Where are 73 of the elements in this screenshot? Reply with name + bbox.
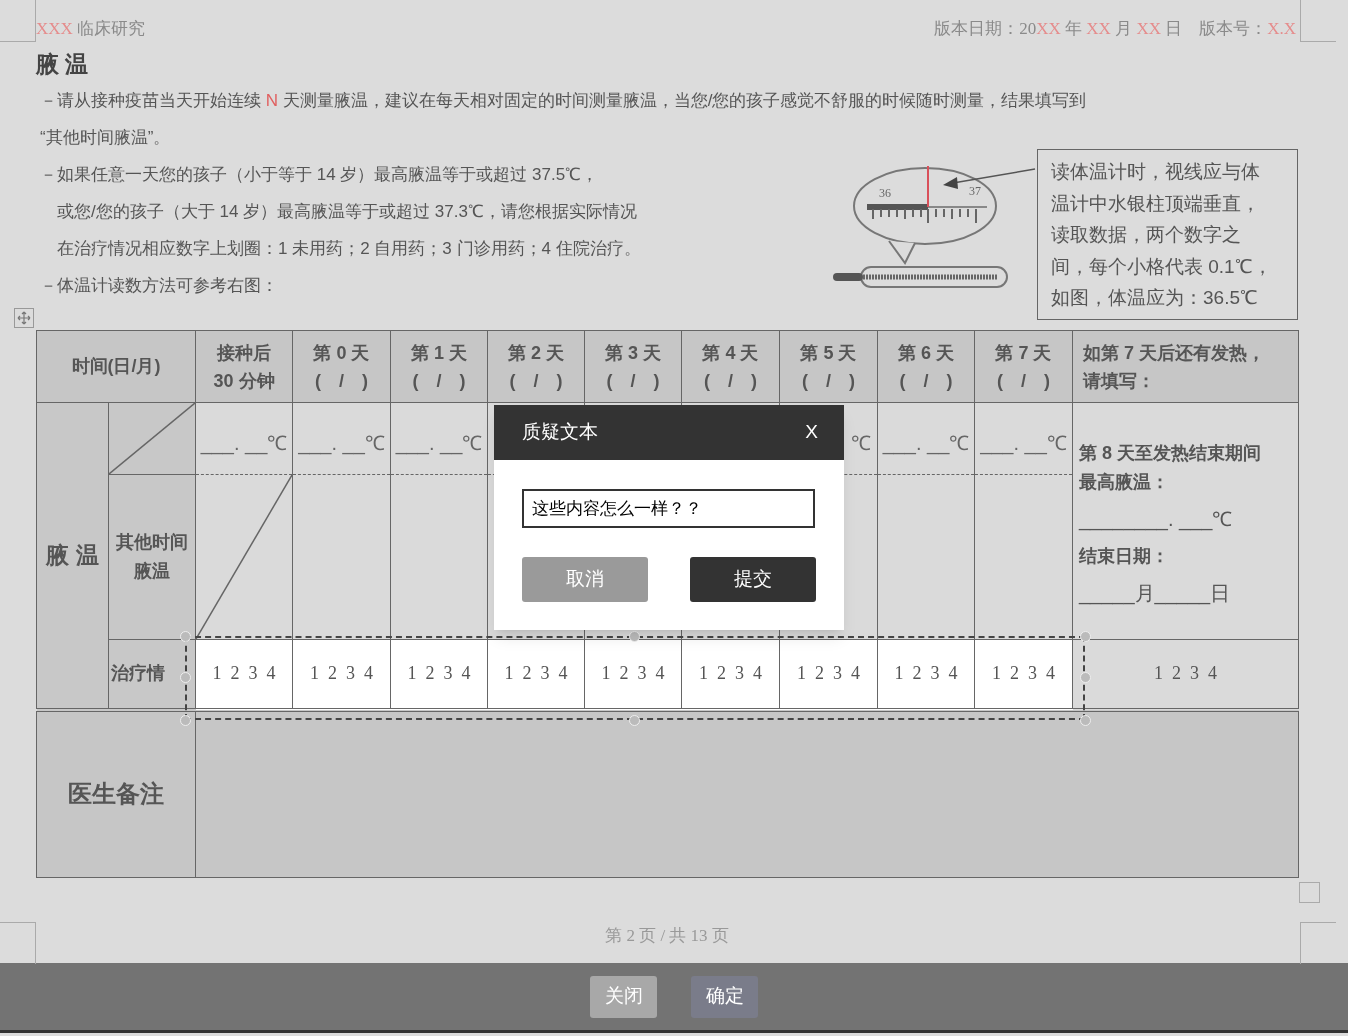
move-handle-icon[interactable]	[14, 308, 34, 328]
scale-label: 37	[969, 184, 981, 198]
date-slot: ( / )	[293, 366, 390, 395]
resize-handle[interactable]	[180, 631, 191, 642]
treatment-options: 1 2 3 4	[974, 639, 1073, 710]
temperature-cell: ___. __℃	[292, 402, 391, 475]
column-header: 接种后	[216, 341, 272, 365]
study-title: XXX 临床研究	[36, 18, 146, 41]
reading-note: 读体温计时，视线应与体 温计中水银柱顶端垂直， 读取数据，两个数字之 间，每个小格代表 0.1℃， 如图，体温应为：36.5℃	[1037, 149, 1298, 320]
treatment-options: 1 2 3 4	[877, 639, 975, 710]
corner-box-icon	[1299, 882, 1320, 903]
close-button[interactable]: X	[805, 418, 818, 447]
instruction-line: “其他时间腋温”。	[40, 126, 171, 149]
temperature-cell: ___. __℃	[195, 402, 293, 475]
extra-prompt: 第 8 天至发热结束期间最高腋温：	[1079, 442, 1262, 494]
extra-prompt: 结束日期：	[1079, 545, 1170, 568]
temperature-cell: ___. __℃	[390, 402, 488, 475]
date-slot: ( / )	[975, 366, 1072, 395]
submit-button[interactable]: 提交	[690, 557, 816, 602]
date-slot: ( / )	[878, 366, 974, 395]
crop-mark	[0, 0, 36, 42]
resize-handle[interactable]	[629, 715, 640, 726]
resize-handle[interactable]	[180, 672, 191, 683]
treatment-options: 1 2 3 4	[195, 639, 293, 710]
treatment-options: 1 2 3 4	[779, 639, 878, 710]
treatment-options: 1 2 3 4	[487, 639, 585, 710]
row-header: 其他时间腋温	[108, 474, 196, 640]
date-slot: ( / )	[488, 366, 584, 395]
resize-handle[interactable]	[180, 715, 191, 726]
temperature-blank: ________. ___℃	[1079, 507, 1234, 533]
crop-mark	[1300, 0, 1336, 42]
table-header: 时间(日/月)	[36, 330, 196, 403]
date-slot: ( / )	[585, 366, 681, 395]
column-header: 第 1 天	[410, 341, 468, 365]
row-header: 治疗情	[108, 639, 196, 710]
date-slot: ( / )	[780, 366, 877, 395]
treatment-options: 1 2 3 4	[390, 639, 488, 710]
date-blank: _____月_____日	[1079, 581, 1232, 607]
instruction-line: －体温计读数方法可参考右图：	[40, 274, 278, 297]
column-header: 第 6 天	[897, 341, 955, 365]
date-slot: 30 分钟	[196, 366, 292, 395]
temperature-cell: ___. __℃	[877, 402, 975, 475]
row-header: 腋 温	[36, 402, 109, 710]
section-title: 腋 温	[36, 49, 89, 79]
treatment-options: 1 2 3 4	[584, 639, 682, 710]
confirm-button[interactable]: 确定	[691, 975, 758, 1018]
resize-handle[interactable]	[1080, 672, 1091, 683]
treatment-options: 1 2 3 4	[292, 639, 391, 710]
page-number: 第 2 页 / 共 13 页	[605, 926, 729, 945]
resize-handle[interactable]	[1080, 715, 1091, 726]
instruction-line: －如果任意一天您的孩子（小于等于 14 岁）最高腋温等于或超过 37.5℃，	[40, 163, 599, 186]
column-header: 第 2 天	[507, 341, 565, 365]
resize-handle[interactable]	[1080, 631, 1091, 642]
instruction-line: －请从接种疫苗当天开始连续 N 天测量腋温，建议在每天相对固定的时间测量腋温，当您/您的孩子感觉不舒服的时候随时测量，结果填写到	[40, 89, 1087, 112]
dialog-title: 质疑文本	[522, 420, 598, 445]
column-header: 第 5 天	[799, 341, 858, 365]
column-header: 第 7 天	[994, 341, 1053, 365]
instruction-line: 或您/您的孩子（大于 14 岁）最高腋温等于或超过 37.3℃，请您根据实际情况	[57, 200, 637, 223]
column-header: 第 0 天	[312, 341, 371, 365]
version-info: 版本日期：20XX 年 XX 月 XX 日 版本号：X.X	[934, 18, 1297, 41]
table-header: 如第 7 天后还有发热，请填写：	[1072, 330, 1299, 403]
treatment-options: 1 2 3 4	[1072, 639, 1299, 710]
input-field[interactable]: 这些内容怎么一样？？	[522, 489, 815, 528]
column-header: 第 4 天	[701, 341, 760, 365]
temperature-cell: ___. __℃	[974, 402, 1073, 475]
treatment-options: 1 2 3 4	[681, 639, 780, 710]
date-slot: ( / )	[682, 366, 779, 395]
date-slot: ( / )	[391, 366, 487, 395]
column-header: 第 3 天	[604, 341, 662, 365]
instruction-line: 在治疗情况相应数字上划圈：1 未用药；2 自用药；3 门诊用药；4 住院治疗。	[57, 237, 641, 260]
scale-label: 36	[879, 186, 891, 200]
row-header: 医生备注	[36, 709, 196, 878]
resize-handle[interactable]	[629, 631, 640, 642]
